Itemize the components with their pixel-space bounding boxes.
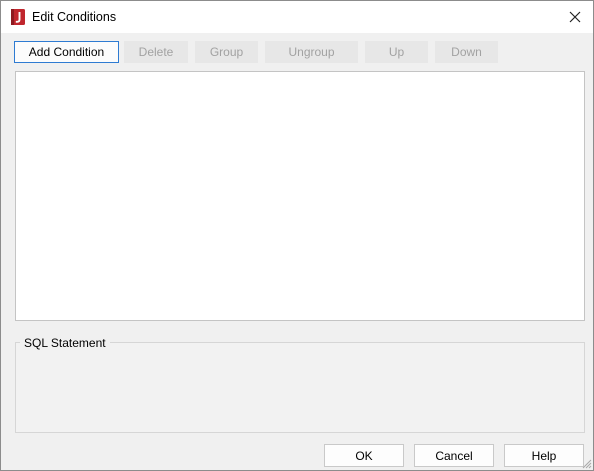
ungroup-button[interactable]: Ungroup [265,41,358,63]
ok-button[interactable]: OK [324,444,404,467]
sql-statement-group: SQL Statement [15,336,585,433]
add-condition-button[interactable]: Add Condition [14,41,119,63]
conditions-list[interactable] [15,71,585,321]
cancel-button[interactable]: Cancel [414,444,494,467]
j-app-icon [11,9,25,25]
resize-grip-icon[interactable] [582,459,592,469]
up-button[interactable]: Up [365,41,428,63]
dialog-title: Edit Conditions [32,10,117,24]
delete-button[interactable]: Delete [124,41,188,63]
sql-statement-label: SQL Statement [20,336,110,350]
help-button[interactable]: Help [504,444,584,467]
close-icon [569,11,581,23]
close-button[interactable] [563,5,587,29]
title-bar: Edit Conditions [1,1,593,33]
edit-conditions-dialog: Edit Conditions Add Condition Delete Gro… [0,0,594,471]
down-button[interactable]: Down [435,41,498,63]
group-button[interactable]: Group [195,41,258,63]
